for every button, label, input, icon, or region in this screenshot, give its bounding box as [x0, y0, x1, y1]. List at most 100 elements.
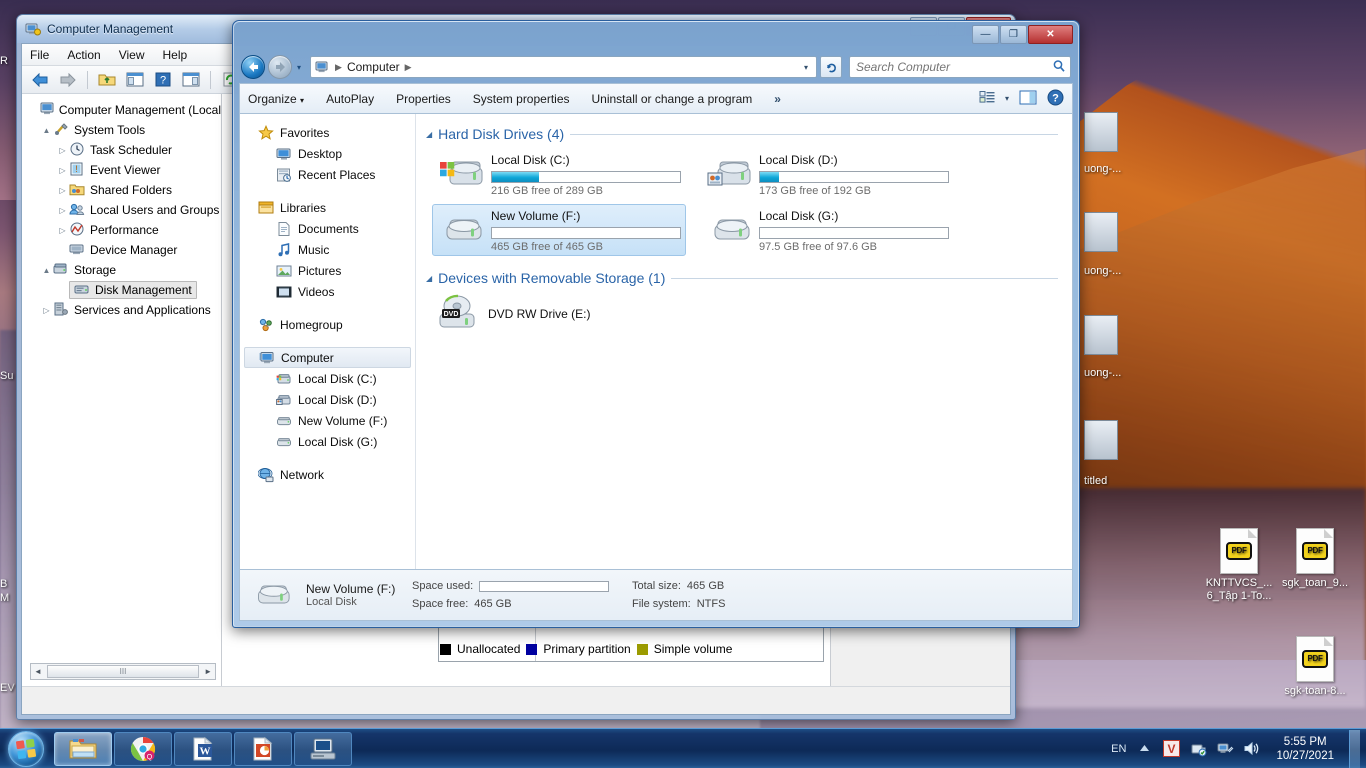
sidebar-item-music[interactable]: Music — [240, 239, 415, 260]
sidebar-item-local-disk-d[interactable]: Local Disk (D:) — [240, 389, 415, 410]
show-desktop-button[interactable] — [1349, 730, 1360, 768]
sidebar-item-network[interactable]: Network — [240, 464, 415, 485]
start-button[interactable] — [2, 730, 50, 768]
views-chevron-down-icon[interactable]: ▾ — [1005, 94, 1009, 103]
cm-tree-system-tools[interactable]: ▲ System Tools — [26, 120, 221, 140]
explorer-minimize-button[interactable]: — — [972, 25, 999, 44]
breadcrumb-separator-icon-2[interactable]: ▶ — [405, 62, 412, 73]
taskbar-item-word[interactable]: W — [174, 732, 232, 766]
group-header-removable-storage[interactable]: ◢ Devices with Removable Storage (1) — [426, 270, 1072, 286]
desktop-icon-kntt[interactable]: PDF KNTTVCS_... 6_Tập 1-To... — [1196, 528, 1282, 603]
show-hide-action-pane-icon[interactable] — [179, 69, 203, 91]
group-header-hard-disk-drives[interactable]: ◢ Hard Disk Drives (4) — [426, 126, 1072, 142]
search-input[interactable] — [854, 59, 1052, 75]
sidebar-item-desktop[interactable]: Desktop — [240, 143, 415, 164]
cm-tree-local-users[interactable]: ▷ Local Users and Groups — [26, 200, 221, 220]
back-arrow-icon[interactable] — [28, 69, 52, 91]
change-view-icon[interactable] — [979, 90, 995, 107]
unikey-icon[interactable]: V — [1162, 740, 1180, 758]
drive-tile-dvd-rw-drive-e[interactable]: DVD DVD RW Drive (E:) — [432, 292, 1072, 337]
safely-remove-hardware-icon[interactable] — [1189, 740, 1207, 758]
network-icon[interactable] — [1216, 740, 1234, 758]
taskbar-clock[interactable]: 5:55 PM 10/27/2021 — [1270, 735, 1340, 763]
explorer-titlebar[interactable]: — ❐ ✕ — [233, 21, 1079, 51]
tree-expander[interactable]: ▷ — [56, 206, 69, 215]
explorer-command-bar[interactable]: Organize ▾ AutoPlay Properties System pr… — [239, 83, 1073, 113]
explorer-window[interactable]: — ❐ ✕ ▾ ▶ Computer ▶ ▾ — [232, 20, 1080, 628]
tree-expander[interactable]: ▲ — [40, 266, 53, 275]
explorer-close-button[interactable]: ✕ — [1028, 25, 1073, 44]
search-box[interactable] — [849, 56, 1071, 78]
scrollbar-thumb[interactable]: III — [47, 665, 199, 678]
tree-expander[interactable]: ▷ — [40, 306, 53, 315]
cm-tree-disk-management[interactable]: Disk Management — [26, 280, 221, 300]
breadcrumb-item-computer[interactable]: Computer — [347, 60, 400, 74]
sidebar-item-homegroup[interactable]: Homegroup — [240, 314, 415, 335]
back-button[interactable] — [241, 55, 265, 79]
drive-tile-local-disk-c[interactable]: Local Disk (C:) 216 GB free of 289 GB — [432, 148, 686, 200]
tree-expander[interactable]: ▷ — [56, 166, 69, 175]
cm-tree-storage[interactable]: ▲ Storage — [26, 260, 221, 280]
up-folder-icon[interactable] — [95, 69, 119, 91]
tree-expander[interactable]: ▷ — [56, 186, 69, 195]
tree-expander[interactable]: ▷ — [56, 226, 69, 235]
taskbar-item-computer-management[interactable] — [294, 732, 352, 766]
preview-pane-icon[interactable] — [1019, 90, 1037, 108]
cm-tree-performance[interactable]: ▷ Performance — [26, 220, 221, 240]
chevron-down-icon[interactable]: ▾ — [800, 63, 812, 72]
sidebar-item-videos[interactable]: Videos — [240, 281, 415, 302]
sidebar-item-computer[interactable]: Computer — [244, 347, 411, 368]
drive-tile-local-disk-g[interactable]: Local Disk (G:) 97.5 GB free of 97.6 GB — [700, 204, 954, 256]
cm-tree-device-manager[interactable]: Device Manager — [26, 240, 221, 260]
tray-language-indicator[interactable]: EN — [1111, 743, 1126, 755]
cm-tree-horizontal-scrollbar[interactable]: ◄ III ► — [30, 663, 216, 680]
explorer-navigation-pane[interactable]: Favorites Desktop Recent Places — [240, 114, 416, 572]
chevron-up-icon[interactable] — [1135, 740, 1153, 758]
sidebar-item-local-disk-g[interactable]: Local Disk (G:) — [240, 431, 415, 452]
show-hide-console-tree-icon[interactable] — [123, 69, 147, 91]
volume-icon[interactable] — [1243, 740, 1261, 758]
group-collapse-arrow-icon[interactable]: ◢ — [426, 274, 432, 283]
cm-menu-action[interactable]: Action — [67, 48, 100, 62]
help-icon[interactable]: ? — [151, 69, 175, 91]
properties-button[interactable]: Properties — [396, 92, 451, 106]
cm-tree-root[interactable]: Computer Management (Local — [26, 100, 221, 120]
help-icon[interactable]: ? — [1047, 89, 1064, 109]
forward-button[interactable] — [268, 55, 292, 79]
drive-tile-new-volume-f[interactable]: New Volume (F:) 465 GB free of 465 GB — [432, 204, 686, 256]
cm-tree-shared-folders[interactable]: ▷ Shared Folders — [26, 180, 221, 200]
cm-console-tree[interactable]: Computer Management (Local ▲ System Tool… — [22, 94, 222, 686]
windows-start-orb-icon[interactable] — [8, 731, 44, 767]
cm-tree-services[interactable]: ▷ Services and Applications — [26, 300, 221, 320]
system-tray[interactable]: EN V 5:55 PM 10/27/2021 — [1111, 730, 1366, 768]
sidebar-item-new-volume-f[interactable]: New Volume (F:) — [240, 410, 415, 431]
explorer-navigation-bar[interactable]: ▾ ▶ Computer ▶ ▾ — [241, 51, 1071, 83]
drive-tile-local-disk-d[interactable]: Local Disk (D:) 173 GB free of 192 GB — [700, 148, 954, 200]
tree-expander[interactable]: ▷ — [56, 146, 69, 155]
sidebar-item-pictures[interactable]: Pictures — [240, 260, 415, 281]
desktop-icon-toan8[interactable]: PDF sgk-toan-8... — [1272, 636, 1358, 698]
cm-menu-view[interactable]: View — [119, 48, 145, 62]
tree-expander[interactable]: ▲ — [40, 126, 53, 135]
sidebar-item-libraries[interactable]: Libraries — [240, 197, 415, 218]
sidebar-item-local-disk-c[interactable]: Local Disk (C:) — [240, 368, 415, 389]
organize-button[interactable]: Organize ▾ — [248, 92, 304, 106]
taskbar[interactable]: Q W — [0, 728, 1366, 768]
system-properties-button[interactable]: System properties — [473, 92, 570, 106]
explorer-maximize-button[interactable]: ❐ — [1000, 25, 1027, 44]
sidebar-item-recent-places[interactable]: Recent Places — [240, 164, 415, 185]
taskbar-item-windows-explorer[interactable] — [54, 732, 112, 766]
cm-menu-file[interactable]: File — [30, 48, 49, 62]
refresh-button[interactable] — [820, 56, 842, 78]
toolbar-overflow-button[interactable]: » — [774, 92, 781, 106]
taskbar-item-chrome[interactable]: Q — [114, 732, 172, 766]
recent-pages-chevron-icon[interactable]: ▾ — [295, 63, 303, 72]
address-bar[interactable]: ▶ Computer ▶ ▾ — [310, 56, 817, 78]
autoplay-button[interactable]: AutoPlay — [326, 92, 374, 106]
cm-menu-help[interactable]: Help — [163, 48, 188, 62]
cm-tree-task-scheduler[interactable]: ▷ Task Scheduler — [26, 140, 221, 160]
scroll-right-arrow-icon[interactable]: ► — [201, 667, 215, 676]
explorer-window-buttons[interactable]: — ❐ ✕ — [972, 25, 1073, 44]
desktop-icon-toan9[interactable]: PDF sgk_toan_9... — [1272, 528, 1358, 590]
search-icon[interactable] — [1052, 59, 1066, 76]
